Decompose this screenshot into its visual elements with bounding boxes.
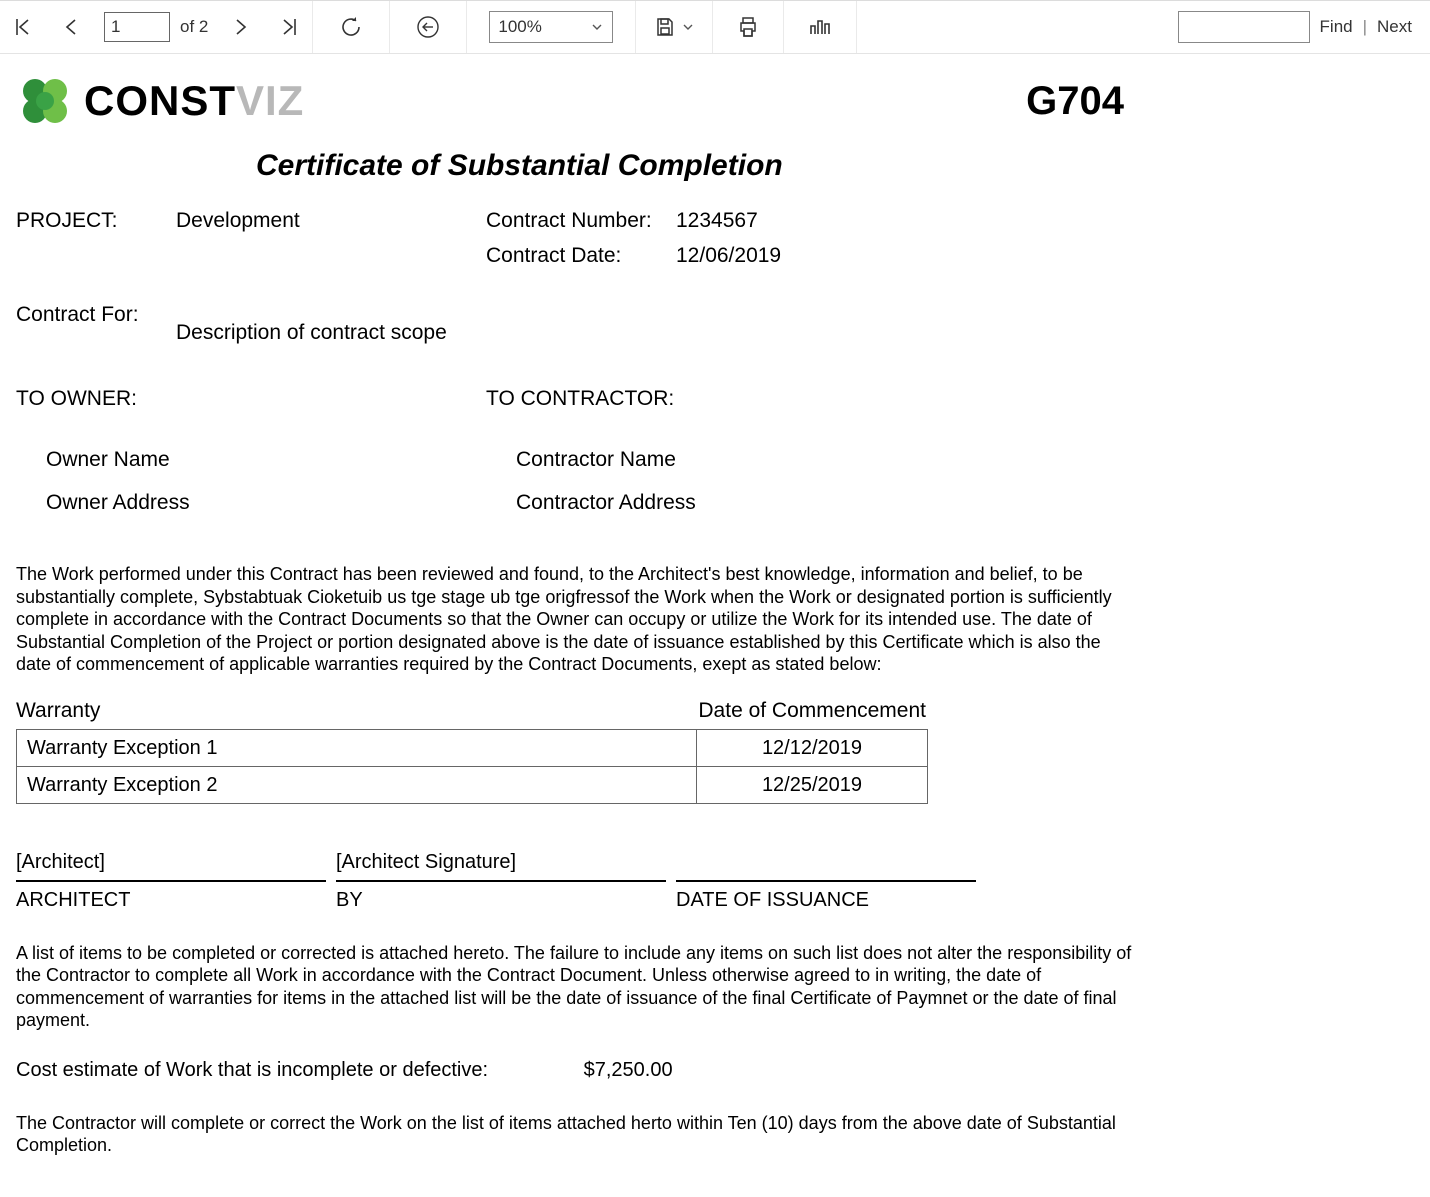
warranty-name: Warranty Exception 2 — [17, 766, 697, 803]
contract-number-value: 1234567 — [676, 208, 1414, 233]
owner-name: Owner Name — [46, 447, 486, 472]
by-label: BY — [336, 880, 666, 912]
contract-date-label: Contract Date: — [486, 243, 676, 268]
brand-name: CONSTVIZ — [84, 76, 304, 126]
print-button[interactable] — [713, 1, 783, 53]
warranty-col-date: Date of Commencement — [698, 698, 926, 723]
report-viewer-toolbar: 1 of 2 100% — [0, 0, 1430, 54]
back-button[interactable] — [390, 1, 466, 53]
refresh-icon — [339, 15, 363, 39]
last-page-icon — [278, 17, 298, 37]
list-paragraph: A list of items to be completed or corre… — [16, 942, 1136, 1032]
by-signature: [Architect Signature] BY — [336, 850, 666, 912]
project-label: PROJECT: — [16, 208, 176, 233]
page-number-value: 1 — [111, 17, 120, 37]
zoom-value: 100% — [498, 17, 541, 37]
brand-logo: CONSTVIZ — [16, 72, 304, 130]
chevron-left-icon — [62, 17, 80, 37]
last-page-button[interactable] — [264, 1, 312, 53]
prev-page-button[interactable] — [48, 1, 94, 53]
zoom-control: 100% — [467, 11, 635, 43]
arrow-left-circle-icon — [416, 15, 440, 39]
project-meta: PROJECT: Development Contract Number: 12… — [16, 208, 1414, 268]
warranty-table: Warranty Exception 1 12/12/2019 Warranty… — [16, 729, 928, 804]
find-button[interactable]: Find — [1310, 17, 1363, 37]
form-id: G704 — [1026, 77, 1124, 125]
find-next-button[interactable]: Next — [1367, 17, 1430, 37]
contract-for: Contract For: Description of contract sc… — [16, 302, 1414, 345]
warranty-date: 12/25/2019 — [697, 766, 928, 803]
zoom-dropdown[interactable]: 100% — [489, 11, 613, 43]
completion-deadline-paragraph: The Contractor will complete or correct … — [16, 1112, 1136, 1157]
page-number-input[interactable]: 1 — [104, 12, 170, 42]
contract-number-label: Contract Number: — [486, 208, 676, 233]
first-page-icon — [14, 17, 34, 37]
save-icon — [654, 16, 676, 38]
architect-value: [Architect] — [16, 850, 326, 876]
contract-for-value: Description of contract scope — [176, 302, 1414, 345]
completion-paragraph: The Work performed under this Contract h… — [16, 563, 1136, 676]
export-button[interactable] — [636, 1, 712, 53]
print-icon — [737, 16, 759, 38]
contract-date-value: 12/06/2019 — [676, 243, 1414, 268]
document-page: CONSTVIZ G704 Certificate of Substantial… — [0, 54, 1430, 1197]
next-page-button[interactable] — [218, 1, 264, 53]
chart-button[interactable] — [784, 1, 856, 53]
owner-heading: TO OWNER: — [16, 386, 486, 411]
parties-section: TO OWNER: Owner Name Owner Address TO CO… — [16, 386, 1414, 534]
contractor-heading: TO CONTRACTOR: — [486, 386, 1414, 411]
project-value: Development — [176, 208, 486, 233]
owner-block: TO OWNER: Owner Name Owner Address — [16, 386, 486, 534]
clover-icon — [16, 72, 74, 130]
chevron-down-icon — [590, 20, 604, 34]
date-label: DATE OF ISSUANCE — [676, 880, 976, 912]
chevron-right-icon — [232, 17, 250, 37]
contractor-block: TO CONTRACTOR: Contractor Name Contracto… — [486, 386, 1414, 534]
architect-label: ARCHITECT — [16, 880, 326, 912]
by-value: [Architect Signature] — [336, 850, 666, 876]
warranty-table-header: Warranty Date of Commencement — [16, 698, 938, 729]
cost-amount: $7,250.00 — [584, 1058, 673, 1082]
owner-address: Owner Address — [46, 490, 486, 515]
find-input[interactable] — [1178, 11, 1310, 43]
chevron-down-icon — [682, 21, 694, 33]
signature-row: [Architect] ARCHITECT [Architect Signatu… — [16, 850, 966, 912]
cost-estimate: Cost estimate of Work that is incomplete… — [16, 1058, 1414, 1082]
date-value — [676, 850, 976, 876]
refresh-button[interactable] — [313, 1, 389, 53]
architect-signature: [Architect] ARCHITECT — [16, 850, 326, 912]
table-row: Warranty Exception 2 12/25/2019 — [17, 766, 928, 803]
page-of-label: of 2 — [170, 17, 218, 37]
warranty-name: Warranty Exception 1 — [17, 729, 697, 766]
warranty-date: 12/12/2019 — [697, 729, 928, 766]
table-row: Warranty Exception 1 12/12/2019 — [17, 729, 928, 766]
contractor-name: Contractor Name — [516, 447, 1414, 472]
contract-for-label: Contract For: — [16, 302, 176, 345]
warranty-col-name: Warranty — [16, 698, 100, 723]
date-signature: DATE OF ISSUANCE — [676, 850, 976, 912]
cost-label: Cost estimate of Work that is incomplete… — [16, 1059, 488, 1081]
document-title: Certificate of Substantial Completion — [256, 148, 1414, 184]
contractor-address: Contractor Address — [516, 490, 1414, 515]
bar-chart-icon — [808, 17, 832, 37]
first-page-button[interactable] — [0, 1, 48, 53]
